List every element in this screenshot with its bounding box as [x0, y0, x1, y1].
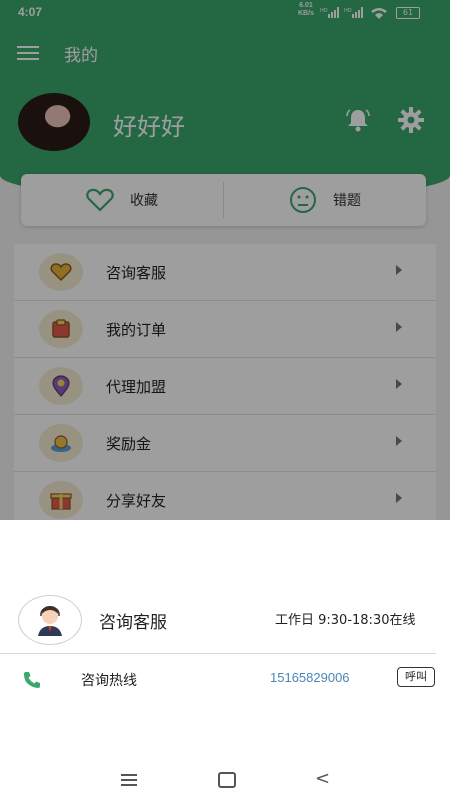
phone-icon: [24, 672, 40, 688]
hotline-label: 咨询热线: [81, 673, 137, 689]
home-icon[interactable]: [218, 772, 236, 788]
recent-apps-icon[interactable]: [121, 774, 137, 786]
dim-overlay[interactable]: [0, 0, 450, 520]
service-hours: 工作日 9:30-18:30在线: [275, 613, 416, 628]
system-nav-bar: <: [0, 760, 450, 800]
customer-service-sheet: 咨询客服 工作日 9:30-18:30在线 咨询热线 15165829006 呼…: [0, 520, 450, 800]
call-button[interactable]: 呼叫: [397, 667, 435, 687]
service-name: 咨询客服: [99, 613, 167, 633]
app-screen: 4:07 6.01 KB/s HD HD 61 我的 好好好 收藏 错题 咨询客…: [0, 0, 450, 800]
hotline-number[interactable]: 15165829006: [270, 670, 350, 685]
service-agent-avatar: [18, 595, 82, 645]
divider: [0, 653, 436, 654]
back-icon[interactable]: <: [315, 768, 330, 789]
